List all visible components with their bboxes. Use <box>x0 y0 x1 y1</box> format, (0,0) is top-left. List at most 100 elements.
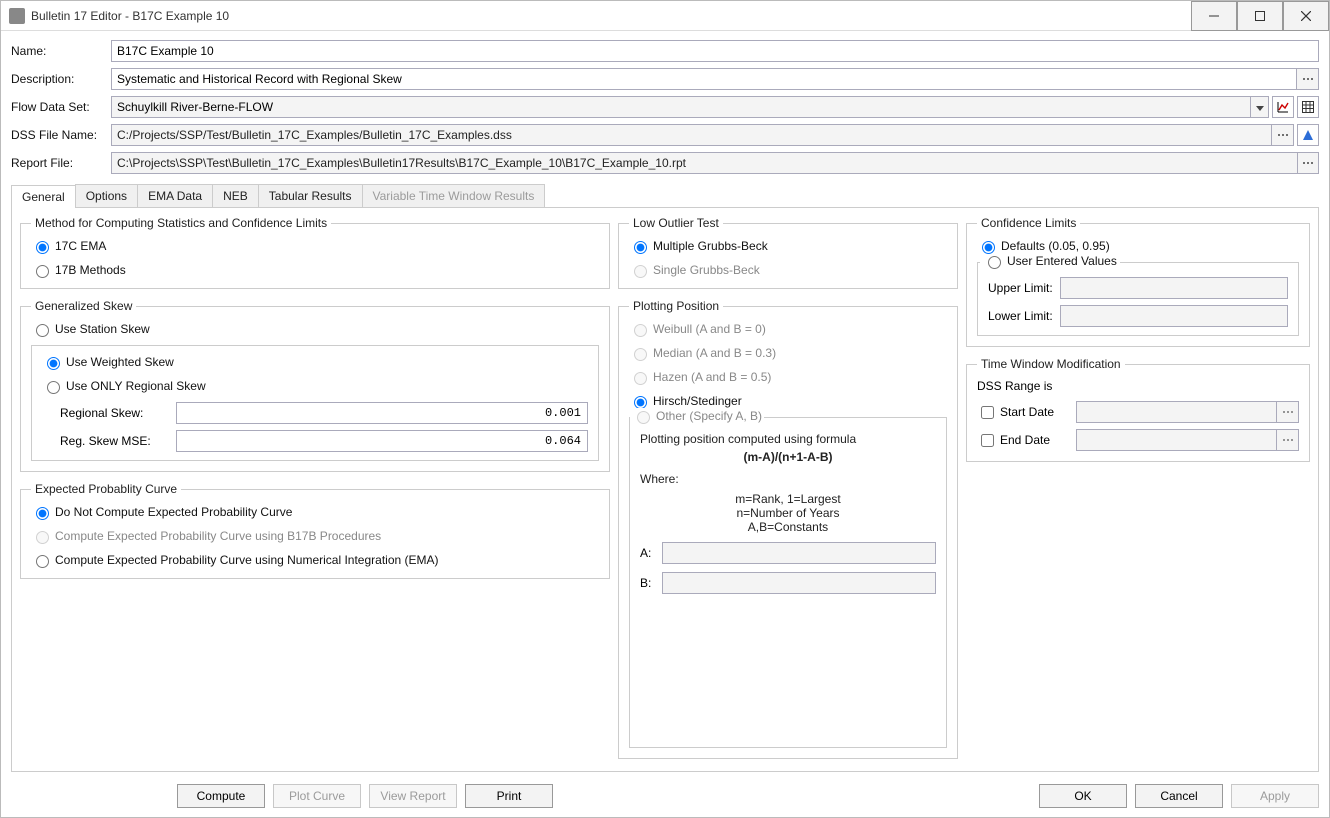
report-file-label: Report File: <box>11 156 111 170</box>
dss-browse-button[interactable] <box>1272 124 1294 146</box>
compute-button[interactable]: Compute <box>177 784 265 808</box>
description-label: Description: <box>11 72 111 86</box>
ellipsis-icon <box>1277 133 1289 137</box>
end-date-picker-button[interactable] <box>1277 429 1299 451</box>
table-icon <box>1301 100 1315 114</box>
report-browse-button[interactable] <box>1297 152 1319 174</box>
end-date-input <box>1076 429 1277 451</box>
dss-file-name-label: DSS File Name: <box>11 128 111 142</box>
plotting-formula: Plotting position computed using formula… <box>640 432 936 534</box>
tab-neb[interactable]: NEB <box>212 184 259 207</box>
time-window-legend: Time Window Modification <box>977 357 1125 371</box>
radio-hirsch-stedinger[interactable]: Hirsch/Stedinger <box>629 393 947 409</box>
tab-bar: General Options EMA Data NEB Tabular Res… <box>11 184 1319 207</box>
plotting-position-group: Plotting Position Weibull (A and B = 0) … <box>618 299 958 759</box>
start-date-picker-button[interactable] <box>1277 401 1299 423</box>
method-legend: Method for Computing Statistics and Conf… <box>31 216 331 230</box>
radio-hazen: Hazen (A and B = 0.5) <box>629 369 947 385</box>
reg-skew-mse-label: Reg. Skew MSE: <box>42 434 176 448</box>
ellipsis-icon <box>1282 438 1294 442</box>
ok-button[interactable]: OK <box>1039 784 1127 808</box>
ellipsis-icon <box>1282 410 1294 414</box>
b-input <box>662 572 936 594</box>
general-tab-panel: Method for Computing Statistics and Conf… <box>11 207 1319 772</box>
start-date-input <box>1076 401 1277 423</box>
name-input[interactable] <box>111 40 1319 62</box>
plotting-other-box: Other (Specify A, B) Plotting position c… <box>629 417 947 748</box>
plot-curve-button: Plot Curve <box>273 784 361 808</box>
expected-legend: Expected Probablity Curve <box>31 482 181 496</box>
skew-sub-box: Use Weighted Skew Use ONLY Regional Skew… <box>31 345 599 461</box>
maximize-icon <box>1255 11 1265 21</box>
regional-skew-label: Regional Skew: <box>42 406 176 420</box>
flow-data-set-dropdown[interactable] <box>1251 96 1269 118</box>
lower-limit-input <box>1060 305 1288 327</box>
minimize-button[interactable] <box>1191 1 1237 31</box>
tab-options[interactable]: Options <box>75 184 138 207</box>
radio-use-weighted-skew[interactable]: Use Weighted Skew <box>42 354 588 370</box>
plot-icon <box>1276 100 1290 114</box>
radio-other: Other (Specify A, B) <box>630 408 764 424</box>
start-date-label: Start Date <box>1000 405 1076 419</box>
right-column: Confidence Limits Defaults (0.05, 0.95) … <box>966 216 1310 769</box>
close-button[interactable] <box>1283 1 1329 31</box>
a-input <box>662 542 936 564</box>
generalized-skew-group: Generalized Skew Use Station Skew Use We… <box>20 299 610 472</box>
table-data-button[interactable] <box>1297 96 1319 118</box>
radio-b17b-procedures: Compute Expected Probability Curve using… <box>31 528 599 544</box>
footer-buttons: Compute Plot Curve View Report Print OK … <box>1 778 1329 817</box>
ellipsis-icon <box>1302 77 1314 81</box>
flow-data-set-label: Flow Data Set: <box>11 100 111 114</box>
plotting-legend: Plotting Position <box>629 299 723 313</box>
radio-do-not-compute[interactable]: Do Not Compute Expected Probability Curv… <box>31 504 599 520</box>
ellipsis-icon <box>1302 161 1314 165</box>
radio-user-entered-values[interactable]: User Entered Values <box>980 253 1120 269</box>
reg-skew-mse-input[interactable] <box>176 430 588 452</box>
lower-limit-label: Lower Limit: <box>988 309 1060 323</box>
method-group: Method for Computing Statistics and Conf… <box>20 216 610 289</box>
radio-numerical-integration[interactable]: Compute Expected Probability Curve using… <box>31 552 599 568</box>
tab-ema-data[interactable]: EMA Data <box>137 184 213 207</box>
radio-median: Median (A and B = 0.3) <box>629 345 947 361</box>
print-button[interactable]: Print <box>465 784 553 808</box>
report-file-input <box>111 152 1298 174</box>
plot-data-button[interactable] <box>1272 96 1294 118</box>
distribution-button[interactable] <box>1297 124 1319 146</box>
skew-legend: Generalized Skew <box>31 299 136 313</box>
maximize-button[interactable] <box>1237 1 1283 31</box>
low-outlier-legend: Low Outlier Test <box>629 216 723 230</box>
description-input[interactable] <box>111 68 1297 90</box>
name-label: Name: <box>11 44 111 58</box>
b-label: B: <box>640 576 662 590</box>
end-date-label: End Date <box>1000 433 1076 447</box>
chevron-down-icon <box>1256 100 1264 114</box>
close-icon <box>1301 11 1311 21</box>
cancel-button[interactable]: Cancel <box>1135 784 1223 808</box>
radio-confidence-defaults[interactable]: Defaults (0.05, 0.95) <box>977 238 1299 254</box>
radio-use-only-regional-skew[interactable]: Use ONLY Regional Skew <box>42 378 588 394</box>
flow-data-set-value: Schuylkill River-Berne-FLOW <box>111 96 1251 118</box>
app-window: Bulletin 17 Editor - B17C Example 10 Nam… <box>0 0 1330 818</box>
start-date-checkbox[interactable] <box>981 406 994 419</box>
window-title: Bulletin 17 Editor - B17C Example 10 <box>31 9 1191 23</box>
expected-probability-group: Expected Probablity Curve Do Not Compute… <box>20 482 610 579</box>
description-browse-button[interactable] <box>1297 68 1319 90</box>
regional-skew-input[interactable] <box>176 402 588 424</box>
radio-use-station-skew[interactable]: Use Station Skew <box>31 321 599 337</box>
flow-data-set-combo[interactable]: Schuylkill River-Berne-FLOW <box>111 96 1269 118</box>
titlebar: Bulletin 17 Editor - B17C Example 10 <box>1 1 1329 31</box>
confidence-legend: Confidence Limits <box>977 216 1080 230</box>
radio-multiple-grubbs-beck[interactable]: Multiple Grubbs-Beck <box>629 238 947 254</box>
confidence-limits-group: Confidence Limits Defaults (0.05, 0.95) … <box>966 216 1310 347</box>
upper-limit-input <box>1060 277 1288 299</box>
tab-tabular-results[interactable]: Tabular Results <box>258 184 363 207</box>
radio-17c-ema[interactable]: 17C EMA <box>31 238 599 254</box>
view-report-button: View Report <box>369 784 457 808</box>
middle-column: Low Outlier Test Multiple Grubbs-Beck Si… <box>618 216 958 769</box>
left-column: Method for Computing Statistics and Conf… <box>20 216 610 769</box>
end-date-checkbox[interactable] <box>981 434 994 447</box>
tab-general[interactable]: General <box>11 185 76 208</box>
apply-button: Apply <box>1231 784 1319 808</box>
dss-range-label: DSS Range is <box>977 379 1299 393</box>
radio-17b-methods[interactable]: 17B Methods <box>31 262 599 278</box>
